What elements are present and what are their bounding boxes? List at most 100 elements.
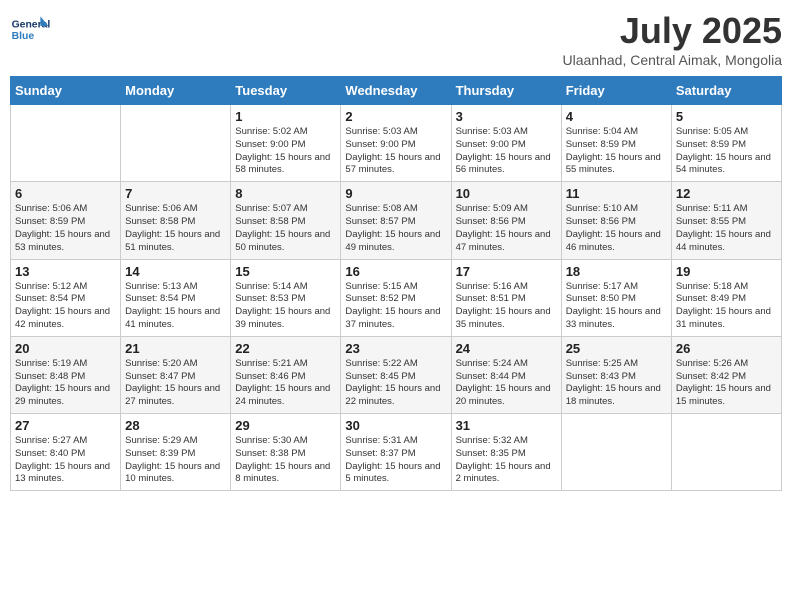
- calendar-cell: 10 Sunrise: 5:09 AMSunset: 8:56 PMDayligh…: [451, 182, 561, 259]
- calendar-cell: 14Sunrise: 5:13 AMSunset: 8:54 PMDayligh…: [121, 259, 231, 336]
- day-info: Sunrise: 5:07 AMSunset: 8:58 PMDaylight:…: [235, 203, 336, 254]
- calendar-cell: 22 Sunrise: 5:21 AMSunset: 8:46 PMDayligh…: [231, 336, 341, 413]
- day-info: Sunrise: 5:02 AMSunset: 9:00 PMDaylight:…: [235, 126, 336, 177]
- day-info: Sunrise: 5:24 AMSunset: 8:44 PMDaylight:…: [456, 358, 557, 409]
- svg-text:Blue: Blue: [12, 31, 35, 42]
- header: General Blue July 2025 Ulaanhad, Central…: [10, 10, 782, 68]
- calendar-cell: 5Sunrise: 5:05 AMSunset: 8:59 PMDaylight…: [671, 105, 781, 182]
- day-number: 26: [676, 341, 777, 356]
- day-number: 20: [15, 341, 116, 356]
- day-number: 3: [456, 109, 557, 124]
- day-number: 10: [456, 186, 557, 201]
- day-info: Sunrise: 5:04 AMSunset: 8:59 PMDaylight:…: [566, 126, 667, 177]
- weekday-header-monday: Monday: [121, 77, 231, 105]
- calendar-cell: 4 Sunrise: 5:04 AMSunset: 8:59 PMDaylight…: [561, 105, 671, 182]
- calendar-cell: 11 Sunrise: 5:10 AMSunset: 8:56 PMDayligh…: [561, 182, 671, 259]
- day-info: Sunrise: 5:15 AMSunset: 8:52 PMDaylight:…: [345, 281, 446, 332]
- day-info: Sunrise: 5:11 AMSunset: 8:55 PMDaylight:…: [676, 203, 777, 254]
- day-number: 12: [676, 186, 777, 201]
- day-number: 13: [15, 264, 116, 279]
- calendar-cell: 31Sunrise: 5:32 AMSunset: 8:35 PMDayligh…: [451, 414, 561, 491]
- calendar-cell: [11, 105, 121, 182]
- calendar-cell: 27 Sunrise: 5:27 AMSunset: 8:40 PMDayligh…: [11, 414, 121, 491]
- calendar-cell: 24 Sunrise: 5:24 AMSunset: 8:44 PMDayligh…: [451, 336, 561, 413]
- day-number: 4: [566, 109, 667, 124]
- calendar-cell: 17 Sunrise: 5:16 AMSunset: 8:51 PMDayligh…: [451, 259, 561, 336]
- day-number: 9: [345, 186, 446, 201]
- day-info: Sunrise: 5:22 AMSunset: 8:45 PMDaylight:…: [345, 358, 446, 409]
- calendar-cell: 23 Sunrise: 5:22 AMSunset: 8:45 PMDayligh…: [341, 336, 451, 413]
- weekday-header-friday: Friday: [561, 77, 671, 105]
- calendar: SundayMondayTuesdayWednesdayThursdayFrid…: [10, 76, 782, 491]
- calendar-cell: 6 Sunrise: 5:06 AMSunset: 8:59 PMDaylight…: [11, 182, 121, 259]
- day-info: Sunrise: 5:21 AMSunset: 8:46 PMDaylight:…: [235, 358, 336, 409]
- month-year: July 2025: [563, 10, 782, 52]
- day-info: Sunrise: 5:17 AMSunset: 8:50 PMDaylight:…: [566, 281, 667, 332]
- day-number: 27: [15, 418, 116, 433]
- day-info: Sunrise: 5:06 AMSunset: 8:58 PMDaylight:…: [125, 203, 226, 254]
- day-number: 16: [345, 264, 446, 279]
- logo-icon: General Blue: [10, 10, 50, 50]
- calendar-cell: 28 Sunrise: 5:29 AMSunset: 8:39 PMDayligh…: [121, 414, 231, 491]
- calendar-cell: [561, 414, 671, 491]
- day-info: Sunrise: 5:13 AMSunset: 8:54 PMDaylight:…: [125, 281, 226, 332]
- calendar-cell: 9Sunrise: 5:08 AMSunset: 8:57 PMDaylight…: [341, 182, 451, 259]
- day-number: 1: [235, 109, 336, 124]
- calendar-cell: 16 Sunrise: 5:15 AMSunset: 8:52 PMDayligh…: [341, 259, 451, 336]
- calendar-cell: 12 Sunrise: 5:11 AMSunset: 8:55 PMDayligh…: [671, 182, 781, 259]
- day-info: Sunrise: 5:25 AMSunset: 8:43 PMDaylight:…: [566, 358, 667, 409]
- calendar-cell: 2Sunrise: 5:03 AMSunset: 9:00 PMDaylight…: [341, 105, 451, 182]
- day-number: 28: [125, 418, 226, 433]
- calendar-cell: 26 Sunrise: 5:26 AMSunset: 8:42 PMDayligh…: [671, 336, 781, 413]
- day-info: Sunrise: 5:20 AMSunset: 8:47 PMDaylight:…: [125, 358, 226, 409]
- day-info: Sunrise: 5:30 AMSunset: 8:38 PMDaylight:…: [235, 435, 336, 486]
- calendar-cell: 18 Sunrise: 5:17 AMSunset: 8:50 PMDayligh…: [561, 259, 671, 336]
- day-number: 30: [345, 418, 446, 433]
- day-info: Sunrise: 5:19 AMSunset: 8:48 PMDaylight:…: [15, 358, 116, 409]
- calendar-cell: 19 Sunrise: 5:18 AMSunset: 8:49 PMDayligh…: [671, 259, 781, 336]
- calendar-cell: 25 Sunrise: 5:25 AMSunset: 8:43 PMDayligh…: [561, 336, 671, 413]
- day-number: 11: [566, 186, 667, 201]
- calendar-cell: 1 Sunrise: 5:02 AMSunset: 9:00 PMDaylight…: [231, 105, 341, 182]
- weekday-header-saturday: Saturday: [671, 77, 781, 105]
- calendar-cell: [671, 414, 781, 491]
- day-info: Sunrise: 5:32 AMSunset: 8:35 PMDaylight:…: [456, 435, 557, 486]
- day-number: 21: [125, 341, 226, 356]
- day-info: Sunrise: 5:31 AMSunset: 8:37 PMDaylight:…: [345, 435, 446, 486]
- day-info: Sunrise: 5:06 AMSunset: 8:59 PMDaylight:…: [15, 203, 116, 254]
- day-number: 19: [676, 264, 777, 279]
- day-number: 23: [345, 341, 446, 356]
- day-info: Sunrise: 5:26 AMSunset: 8:42 PMDaylight:…: [676, 358, 777, 409]
- day-info: Sunrise: 5:14 AMSunset: 8:53 PMDaylight:…: [235, 281, 336, 332]
- day-number: 18: [566, 264, 667, 279]
- calendar-cell: 3 Sunrise: 5:03 AMSunset: 9:00 PMDaylight…: [451, 105, 561, 182]
- day-number: 15: [235, 264, 336, 279]
- calendar-cell: 21 Sunrise: 5:20 AMSunset: 8:47 PMDayligh…: [121, 336, 231, 413]
- day-number: 8: [235, 186, 336, 201]
- calendar-cell: [121, 105, 231, 182]
- weekday-header-thursday: Thursday: [451, 77, 561, 105]
- day-number: 22: [235, 341, 336, 356]
- day-info: Sunrise: 5:10 AMSunset: 8:56 PMDaylight:…: [566, 203, 667, 254]
- day-info: Sunrise: 5:27 AMSunset: 8:40 PMDaylight:…: [15, 435, 116, 486]
- logo: General Blue: [10, 10, 52, 50]
- day-number: 29: [235, 418, 336, 433]
- day-info: Sunrise: 5:16 AMSunset: 8:51 PMDaylight:…: [456, 281, 557, 332]
- day-info: Sunrise: 5:09 AMSunset: 8:56 PMDaylight:…: [456, 203, 557, 254]
- title-area: July 2025 Ulaanhad, Central Aimak, Mongo…: [563, 10, 782, 68]
- day-number: 25: [566, 341, 667, 356]
- day-number: 24: [456, 341, 557, 356]
- weekday-header-wednesday: Wednesday: [341, 77, 451, 105]
- calendar-cell: 20 Sunrise: 5:19 AMSunset: 8:48 PMDayligh…: [11, 336, 121, 413]
- day-number: 7: [125, 186, 226, 201]
- calendar-cell: 15 Sunrise: 5:14 AMSunset: 8:53 PMDayligh…: [231, 259, 341, 336]
- day-info: Sunrise: 5:03 AMSunset: 9:00 PMDaylight:…: [456, 126, 557, 177]
- day-number: 17: [456, 264, 557, 279]
- day-info: Sunrise: 5:29 AMSunset: 8:39 PMDaylight:…: [125, 435, 226, 486]
- calendar-cell: 7 Sunrise: 5:06 AMSunset: 8:58 PMDaylight…: [121, 182, 231, 259]
- day-info: Sunrise: 5:05 AMSunset: 8:59 PMDaylight:…: [676, 126, 777, 177]
- calendar-cell: 13Sunrise: 5:12 AMSunset: 8:54 PMDayligh…: [11, 259, 121, 336]
- weekday-header-sunday: Sunday: [11, 77, 121, 105]
- day-number: 6: [15, 186, 116, 201]
- day-info: Sunrise: 5:18 AMSunset: 8:49 PMDaylight:…: [676, 281, 777, 332]
